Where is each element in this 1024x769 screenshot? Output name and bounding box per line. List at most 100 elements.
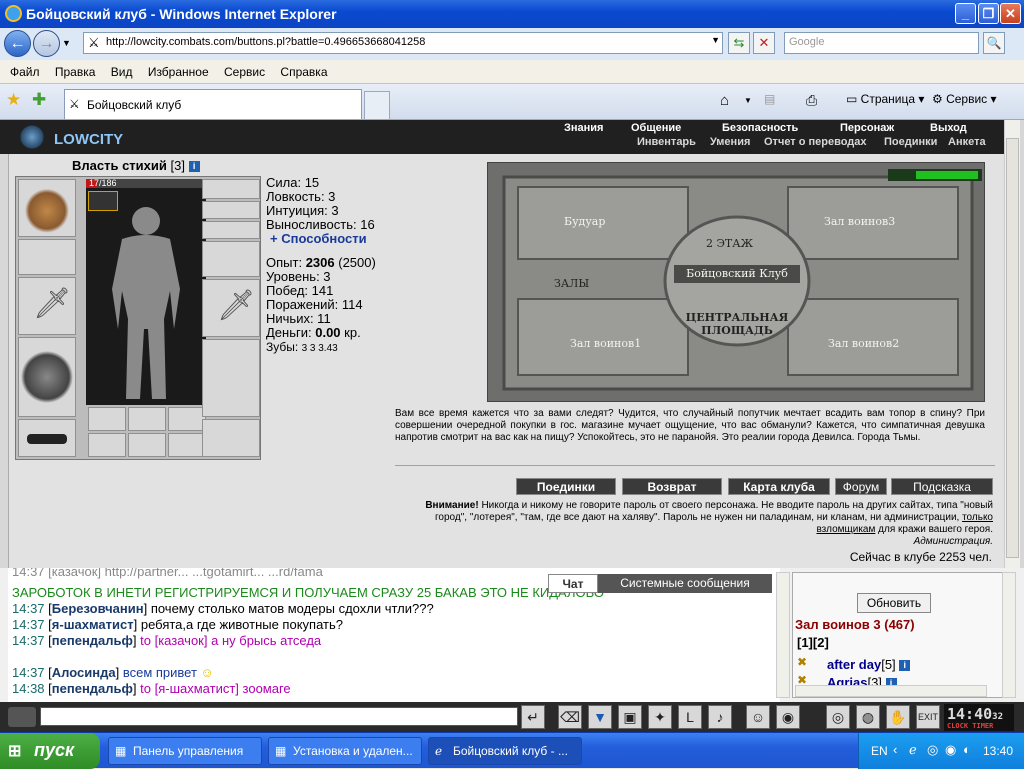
item-slot-3[interactable] xyxy=(168,433,206,457)
page-menu[interactable]: ▭ Страница ▾ xyxy=(846,92,924,106)
exit-chat-icon[interactable]: EXIT xyxy=(916,705,940,729)
send-icon[interactable]: ↵ xyxy=(521,705,545,729)
forum-button[interactable]: Форум xyxy=(835,478,887,495)
maximize-button[interactable]: ❐ xyxy=(978,3,999,24)
ring-slot-3[interactable] xyxy=(168,407,206,431)
page-scroll-thumb[interactable] xyxy=(1006,138,1019,558)
player-item[interactable]: after day[5] i xyxy=(827,657,911,672)
msg-user[interactable]: Березовчанин xyxy=(52,601,144,616)
pants-slot[interactable] xyxy=(202,339,260,417)
nav-inventory[interactable]: Инвентарь xyxy=(637,136,696,148)
menu-edit[interactable]: Правка xyxy=(49,60,102,79)
save-icon[interactable]: ▣ xyxy=(618,705,642,729)
translit-icon[interactable]: L xyxy=(678,705,702,729)
msg-user[interactable]: пепендальф xyxy=(52,681,133,696)
language-indicator[interactable]: EN xyxy=(871,744,888,758)
address-dropdown-icon[interactable]: ▼ xyxy=(711,35,720,45)
chat-mode-icon[interactable] xyxy=(8,707,36,727)
minimize-button[interactable]: _ xyxy=(955,3,976,24)
bag-icon[interactable]: ◎ xyxy=(826,705,850,729)
nav-fights[interactable]: Поединки xyxy=(884,136,937,148)
nav-knowledge[interactable]: Знания xyxy=(564,122,603,134)
window-titlebar[interactable]: Бойцовский клуб - Windows Internet Explo… xyxy=(0,0,1024,28)
armor-slot[interactable] xyxy=(18,337,76,417)
item-slot-2[interactable] xyxy=(128,433,166,457)
menu-tools[interactable]: Сервис xyxy=(218,60,271,79)
forward-button[interactable]: → xyxy=(33,30,60,57)
ring-slot-top[interactable] xyxy=(202,221,260,239)
tray-arrow-icon[interactable]: ‹ xyxy=(893,742,897,757)
info-icon[interactable]: i xyxy=(188,161,200,172)
mask-icon[interactable]: ◍ xyxy=(856,705,880,729)
map-boudoir[interactable]: Будуар xyxy=(564,215,605,228)
address-input[interactable]: ⚔ http://lowcity.combats.com/buttons.pl?… xyxy=(83,32,723,54)
favorites-star-icon[interactable]: ★ xyxy=(6,90,21,110)
map-hall3[interactable]: Зал воинов3 xyxy=(824,215,895,228)
smiles-icon[interactable]: ☺ xyxy=(746,705,770,729)
taskbar-item-install[interactable]: ▦ Установка и удален... xyxy=(268,737,422,765)
map-floor2[interactable]: 2 ЭТАЖ xyxy=(706,237,753,250)
refresh-button[interactable]: ⇆ xyxy=(728,32,750,54)
msg-user[interactable]: Алосинда xyxy=(52,665,116,680)
info-icon[interactable]: i xyxy=(899,660,911,671)
new-tab-button[interactable] xyxy=(364,91,390,119)
filter-icon[interactable]: ▼ xyxy=(588,705,612,729)
map-halls[interactable]: ЗАЛЫ xyxy=(554,277,589,290)
history-dropdown-icon[interactable]: ▼ xyxy=(62,38,71,48)
abilities-link[interactable]: + Способности xyxy=(270,232,376,246)
lowcity-logo[interactable]: LOWCITY xyxy=(6,122,134,152)
home-dropdown-icon[interactable]: ▼ xyxy=(744,96,752,105)
back-button[interactable]: ← xyxy=(4,30,31,57)
room-pages[interactable]: [1][2] xyxy=(797,635,829,650)
search-button[interactable]: 🔍 xyxy=(983,32,1005,54)
tools-menu[interactable]: ⚙ Сервис ▾ xyxy=(932,92,997,106)
gloves-slot[interactable] xyxy=(202,241,260,277)
close-button[interactable]: ✕ xyxy=(1000,3,1021,24)
belt-slot[interactable] xyxy=(18,419,76,457)
player-action-icon[interactable]: ✖ xyxy=(797,655,807,669)
earring-slot[interactable] xyxy=(202,179,260,199)
map-central-square[interactable]: ЦЕНТРАЛЬНАЯ ПЛОЩАДЬ xyxy=(674,311,800,337)
tray-security-icon[interactable]: ◉ xyxy=(945,742,956,758)
menu-help[interactable]: Справка xyxy=(274,60,333,79)
nav-exit[interactable]: Выход xyxy=(930,122,967,134)
map-hall2[interactable]: Зал воинов2 xyxy=(828,337,899,350)
player-name[interactable]: after day xyxy=(827,657,881,672)
tab-system-messages[interactable]: Системные сообщения xyxy=(598,574,772,593)
nav-character[interactable]: Персонаж xyxy=(840,122,894,134)
room-hscrollbar[interactable] xyxy=(795,685,987,697)
feeds-icon[interactable]: ▤ xyxy=(764,92,775,106)
chat-scrollbar[interactable] xyxy=(776,572,790,698)
tray-volume-icon[interactable]: ◐ xyxy=(963,742,971,757)
tab-fight-club[interactable]: ⚔ Бойцовский клуб xyxy=(64,89,362,119)
stop-button[interactable]: ✕ xyxy=(753,32,775,54)
menu-favorites[interactable]: Избранное xyxy=(142,60,215,79)
item-slot-1[interactable] xyxy=(88,433,126,457)
walk-icon[interactable]: ✦ xyxy=(648,705,672,729)
tab-chat[interactable]: Чат xyxy=(548,574,598,593)
return-button[interactable]: Возврат xyxy=(622,478,722,495)
helmet-slot[interactable] xyxy=(18,179,76,237)
start-button[interactable]: ⊞ пуск xyxy=(0,733,100,769)
page-scrollbar[interactable] xyxy=(1004,120,1020,568)
effect-icon[interactable] xyxy=(88,191,118,211)
nav-skills[interactable]: Умения xyxy=(710,136,750,148)
clear-icon[interactable]: ⌫ xyxy=(558,705,582,729)
tray-ie-icon[interactable]: ℯ xyxy=(909,742,917,758)
bracers-slot[interactable] xyxy=(18,239,76,275)
nav-transfers[interactable]: Отчет о переводах xyxy=(764,136,867,148)
search-input[interactable]: Google xyxy=(784,32,979,54)
menu-view[interactable]: Вид xyxy=(105,60,139,79)
sound-icon[interactable]: ♪ xyxy=(708,705,732,729)
map-hall1[interactable]: Зал воинов1 xyxy=(570,337,641,350)
ring-slot-1[interactable] xyxy=(88,407,126,431)
club-map-button[interactable]: Карта клуба xyxy=(728,478,830,495)
hint-button[interactable]: Подсказка xyxy=(891,478,993,495)
add-favorite-icon[interactable]: ✚ xyxy=(32,90,46,110)
weapon-left-slot[interactable]: 🗡 xyxy=(18,277,76,335)
taskbar-item-control-panel[interactable]: ▦ Панель управления xyxy=(108,737,262,765)
fights-button[interactable]: Поединки xyxy=(516,478,616,495)
amulet-slot[interactable] xyxy=(202,201,260,219)
print-icon[interactable]: ⎙ xyxy=(806,92,817,109)
chat-input[interactable] xyxy=(40,707,518,726)
